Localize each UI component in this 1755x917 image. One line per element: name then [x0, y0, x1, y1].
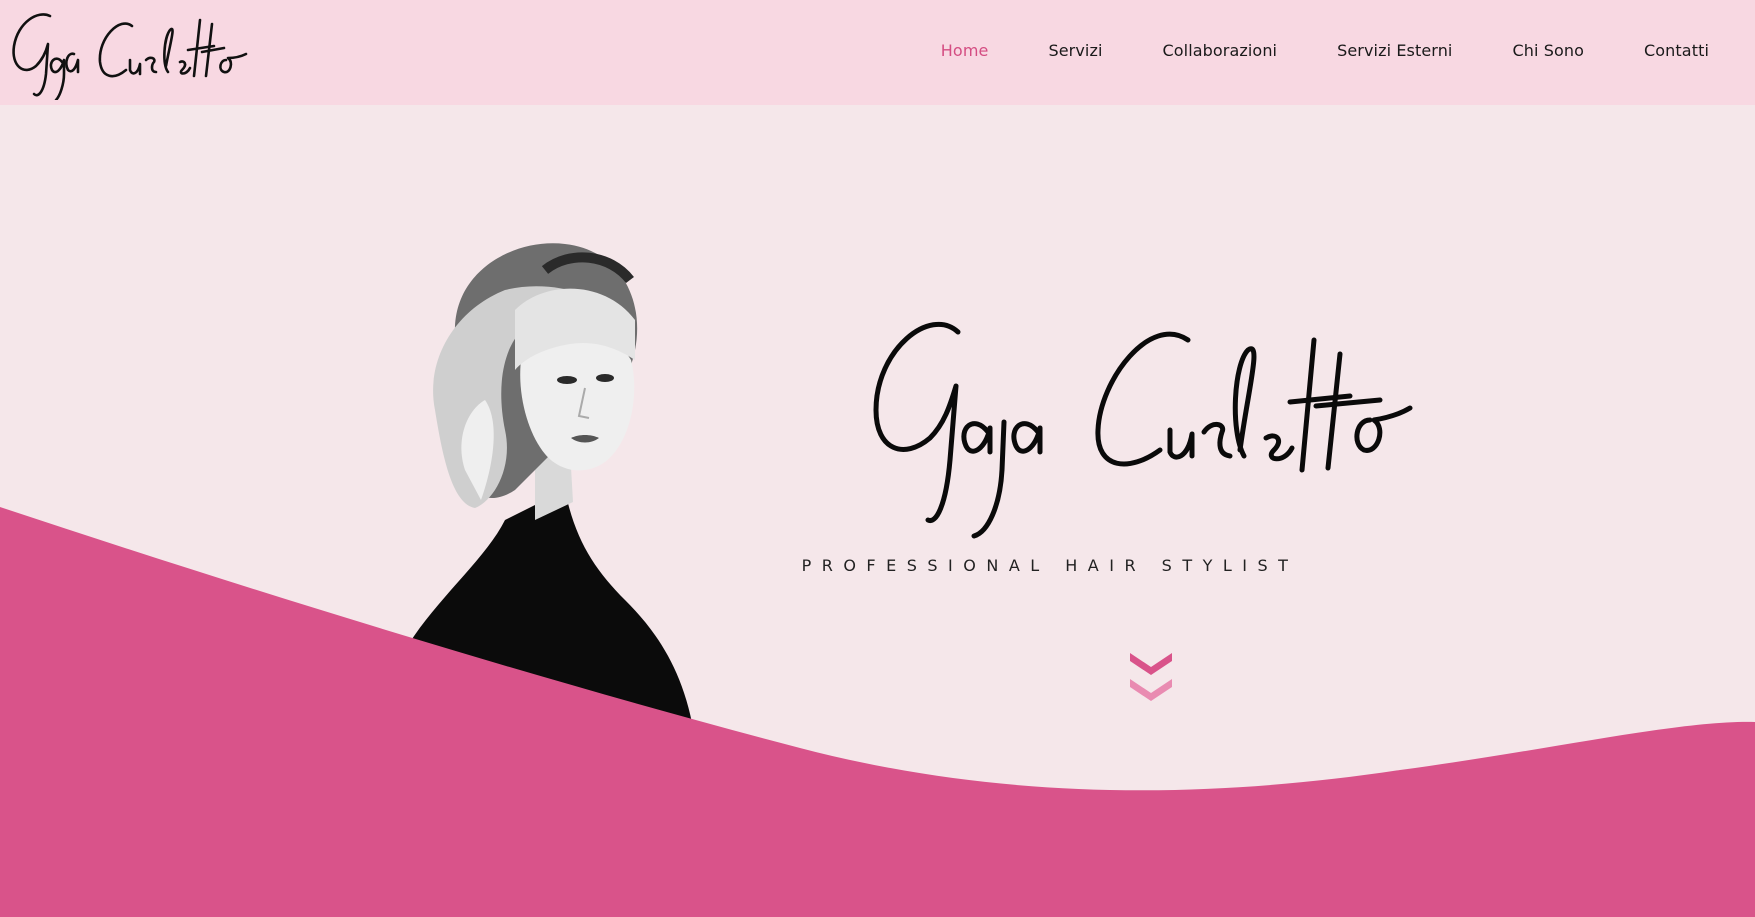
scroll-down-button[interactable] [1128, 647, 1174, 703]
nav-item-contatti[interactable]: Contatti [1644, 38, 1709, 64]
hero-signature: Gaja Curletto [870, 310, 1430, 540]
signature-logo-icon [12, 13, 248, 102]
page: Gaja Curletto [0, 0, 1755, 917]
site-header: Gaja Curletto [0, 0, 1755, 105]
nav-item-collaborazioni[interactable]: Collaborazioni [1163, 38, 1278, 64]
main-nav: Home Servizi Collaborazioni Servizi Este… [881, 38, 1709, 64]
double-chevron-down-icon [1130, 653, 1172, 701]
header-logo[interactable]: Gaja Curletto [10, 4, 270, 102]
hero-tagline: PROFESSIONAL HAIR STYLIST [801, 556, 1299, 575]
nav-item-servizi[interactable]: Servizi [1048, 38, 1102, 64]
signature-hero-icon [873, 322, 1413, 539]
nav-item-servizi-esterni[interactable]: Servizi Esterni [1337, 38, 1452, 64]
nav-item-home[interactable]: Home [941, 38, 989, 64]
nav-item-chi-sono[interactable]: Chi Sono [1512, 38, 1584, 64]
